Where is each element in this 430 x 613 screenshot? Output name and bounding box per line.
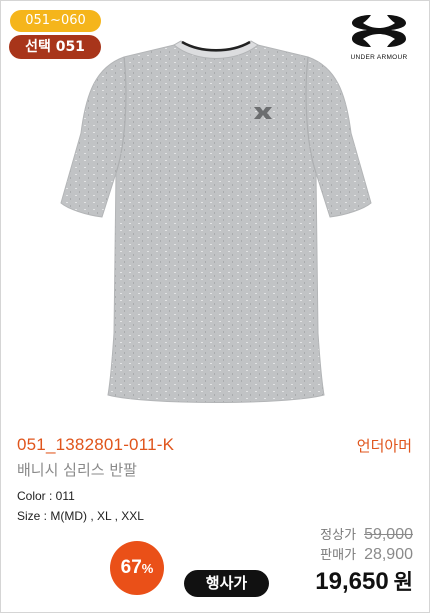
sale-price: 28,900 bbox=[364, 546, 413, 563]
product-name[interactable]: 배니시 심리스 반팔 bbox=[17, 459, 137, 480]
brand-name: 언더아머 bbox=[356, 437, 412, 455]
discount-number: 67 bbox=[120, 557, 142, 578]
normal-price-label: 정상가 bbox=[320, 528, 357, 543]
size-info: Size : M(MD) , XL , XXL bbox=[17, 509, 144, 523]
final-price-unit: 원 bbox=[393, 570, 413, 594]
gray-tshirt-image[interactable] bbox=[46, 33, 386, 418]
range-tag: 051~060 bbox=[10, 10, 101, 32]
product-card[interactable]: 051~060 선택 051 UNDER ARMOUR 051_1382801-… bbox=[0, 0, 430, 613]
final-price-value: 19,650 bbox=[315, 568, 389, 595]
discount-badge: 67% bbox=[110, 541, 164, 595]
discount-percent-symbol: % bbox=[141, 561, 154, 576]
color-info: Color : 011 bbox=[17, 489, 75, 503]
sale-price-row: 판매가 28,900 bbox=[320, 544, 413, 564]
final-price: 19,650 원 bbox=[315, 566, 413, 596]
product-code[interactable]: 051_1382801-011-K bbox=[17, 435, 174, 455]
normal-price: 59,000 bbox=[364, 526, 413, 543]
normal-price-row: 정상가 59,000 bbox=[320, 524, 413, 544]
event-price-button[interactable]: 행사가 bbox=[184, 570, 269, 597]
sale-price-label: 판매가 bbox=[320, 548, 357, 563]
